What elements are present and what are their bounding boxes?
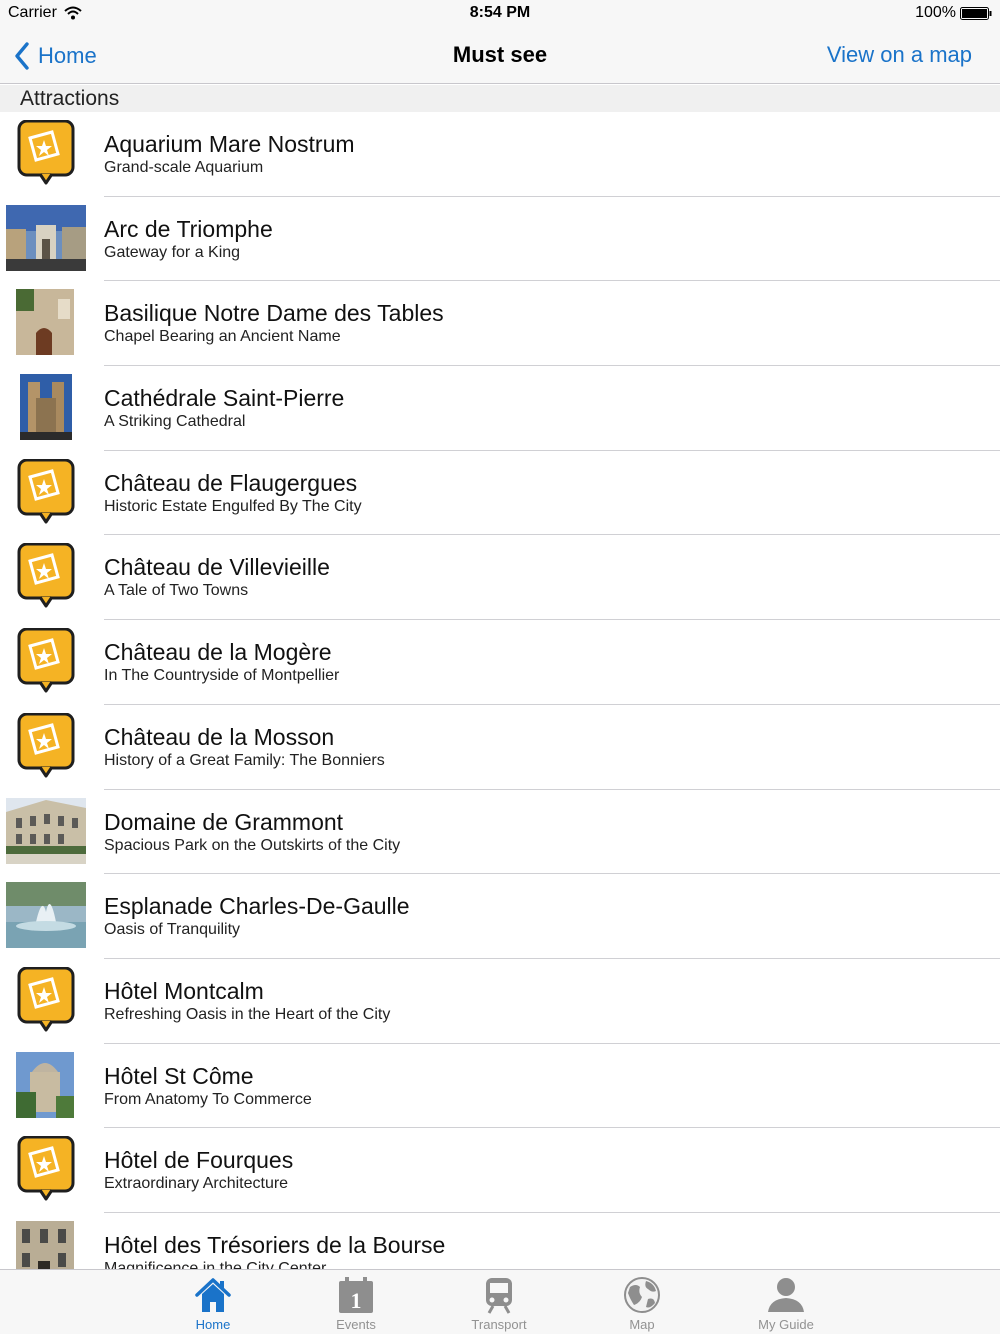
item-subtitle: Spacious Park on the Outskirts of the Ci… bbox=[104, 836, 401, 854]
item-subtitle: In The Countryside of Montpellier bbox=[104, 667, 340, 685]
tab-events[interactable]: 1 Events bbox=[296, 1270, 416, 1334]
tab-label: Transport bbox=[471, 1317, 527, 1332]
item-title: Hôtel de Fourques bbox=[104, 1147, 294, 1174]
calendar-icon: 1 bbox=[339, 1277, 373, 1313]
list-item[interactable]: Château de la Mogère In The Countryside … bbox=[0, 620, 1000, 705]
tab-label: Home bbox=[195, 1317, 231, 1332]
attraction-badge-icon bbox=[6, 966, 86, 1033]
home-icon bbox=[195, 1278, 231, 1312]
esplanade-photo bbox=[6, 882, 86, 949]
cathedrale-photo bbox=[6, 374, 86, 441]
tab-label: Map bbox=[629, 1317, 655, 1332]
item-subtitle: A Striking Cathedral bbox=[104, 413, 246, 431]
status-time: 8:54 PM bbox=[469, 4, 531, 21]
item-subtitle: Chapel Bearing an Ancient Name bbox=[104, 328, 341, 346]
item-subtitle: A Tale of Two Towns bbox=[104, 582, 249, 600]
status-bar: Carrier 8:54 PM 100% bbox=[0, 0, 1000, 28]
train-icon bbox=[486, 1278, 512, 1314]
chevron-left-icon bbox=[15, 42, 29, 70]
tab-my-guide[interactable]: My Guide bbox=[726, 1270, 846, 1334]
attraction-badge-icon bbox=[6, 120, 86, 186]
item-title: Cathédrale Saint-Pierre bbox=[104, 385, 345, 412]
item-subtitle: Magnificence in the City Center bbox=[104, 1259, 327, 1269]
view-on-map-button[interactable]: View on a map bbox=[827, 42, 972, 68]
list-item[interactable]: Hôtel Montcalm Refreshing Oasis in the H… bbox=[0, 959, 1000, 1044]
svg-text:1: 1 bbox=[351, 1288, 362, 1313]
attraction-badge-icon bbox=[6, 712, 86, 779]
item-subtitle: Gateway for a King bbox=[104, 243, 241, 261]
tab-map[interactable]: Map bbox=[582, 1270, 702, 1334]
hotel-st-come-photo bbox=[6, 1051, 86, 1118]
list-item[interactable]: Hôtel St Côme From Anatomy To Commerce bbox=[0, 1044, 1000, 1129]
item-subtitle: Historic Estate Engulfed By The City bbox=[104, 497, 362, 515]
list-item[interactable]: Hôtel de Fourques Extraordinary Architec… bbox=[0, 1128, 1000, 1213]
attraction-badge-icon bbox=[6, 1136, 86, 1202]
user-icon bbox=[768, 1278, 804, 1312]
item-title: Arc de Triomphe bbox=[104, 215, 273, 242]
item-subtitle: From Anatomy To Commerce bbox=[104, 1090, 312, 1108]
domaine-de-grammont-photo bbox=[6, 797, 86, 864]
item-subtitle: Refreshing Oasis in the Heart of the Cit… bbox=[104, 1005, 391, 1023]
attraction-badge-icon bbox=[6, 628, 86, 694]
list-item[interactable]: Aquarium Mare Nostrum Grand-scale Aquari… bbox=[0, 112, 1000, 197]
attraction-badge-icon bbox=[6, 543, 86, 609]
attractions-list[interactable]: Aquarium Mare Nostrum Grand-scale Aquari… bbox=[0, 112, 1000, 1269]
list-item[interactable]: Château de la Mosson History of a Great … bbox=[0, 705, 1000, 790]
item-title: Château de Flaugergues bbox=[104, 469, 358, 496]
list-item[interactable]: Château de Villevieille A Tale of Two To… bbox=[0, 535, 1000, 621]
tab-home[interactable]: Home bbox=[153, 1270, 273, 1334]
back-button[interactable]: Home bbox=[14, 38, 97, 74]
list-item[interactable]: Basilique Notre Dame des Tables Chapel B… bbox=[0, 281, 1000, 367]
tab-label: Events bbox=[336, 1317, 376, 1332]
list-item[interactable]: Arc de Triomphe Gateway for a King bbox=[0, 197, 1000, 282]
item-title: Aquarium Mare Nostrum bbox=[104, 131, 355, 157]
item-subtitle: Oasis of Tranquility bbox=[104, 921, 241, 939]
list-item[interactable]: Esplanade Charles-De-Gaulle Oasis of Tra… bbox=[0, 874, 1000, 959]
item-title: Hôtel St Côme bbox=[104, 1062, 254, 1089]
list-item[interactable]: Cathédrale Saint-Pierre A Striking Cathe… bbox=[0, 366, 1000, 451]
back-label: Home bbox=[38, 43, 97, 68]
battery-percentage: 100% bbox=[915, 4, 956, 21]
item-title: Hôtel Montcalm bbox=[104, 977, 264, 1004]
item-title: Domaine de Grammont bbox=[104, 808, 344, 835]
list-item[interactable]: Domaine de Grammont Spacious Park on the… bbox=[0, 790, 1000, 875]
tab-transport[interactable]: Transport bbox=[439, 1270, 559, 1334]
globe-icon bbox=[624, 1277, 660, 1313]
tab-bar: Home 1 Events Transport Map My Guide bbox=[0, 1269, 1000, 1334]
tab-label: My Guide bbox=[758, 1317, 814, 1332]
item-subtitle: Extraordinary Architecture bbox=[104, 1175, 289, 1193]
item-title: Basilique Notre Dame des Tables bbox=[104, 300, 444, 327]
navigation-bar: Home Must see View on a map bbox=[0, 28, 1000, 84]
section-header: Attractions bbox=[0, 85, 1000, 112]
item-subtitle: Grand-scale Aquarium bbox=[104, 159, 264, 176]
battery-icon bbox=[960, 7, 992, 20]
item-title: Château de la Mosson bbox=[104, 723, 335, 750]
basilique-photo bbox=[6, 289, 86, 356]
attraction-badge-icon bbox=[6, 458, 86, 525]
item-title: Hôtel des Trésoriers de la Bourse bbox=[104, 1231, 446, 1258]
hotel-des-tresoriers-photo bbox=[6, 1220, 86, 1269]
item-title: Château de la Mogère bbox=[104, 639, 332, 666]
item-title: Château de Villevieille bbox=[104, 554, 330, 581]
item-title: Esplanade Charles-De-Gaulle bbox=[104, 893, 410, 920]
arc-de-triomphe-photo bbox=[6, 204, 86, 271]
list-item[interactable]: Château de Flaugergues Historic Estate E… bbox=[0, 451, 1000, 536]
list-item[interactable]: Hôtel des Trésoriers de la Bourse Magnif… bbox=[0, 1213, 1000, 1269]
item-subtitle: History of a Great Family: The Bonniers bbox=[104, 751, 385, 769]
section-title: Attractions bbox=[20, 87, 120, 110]
